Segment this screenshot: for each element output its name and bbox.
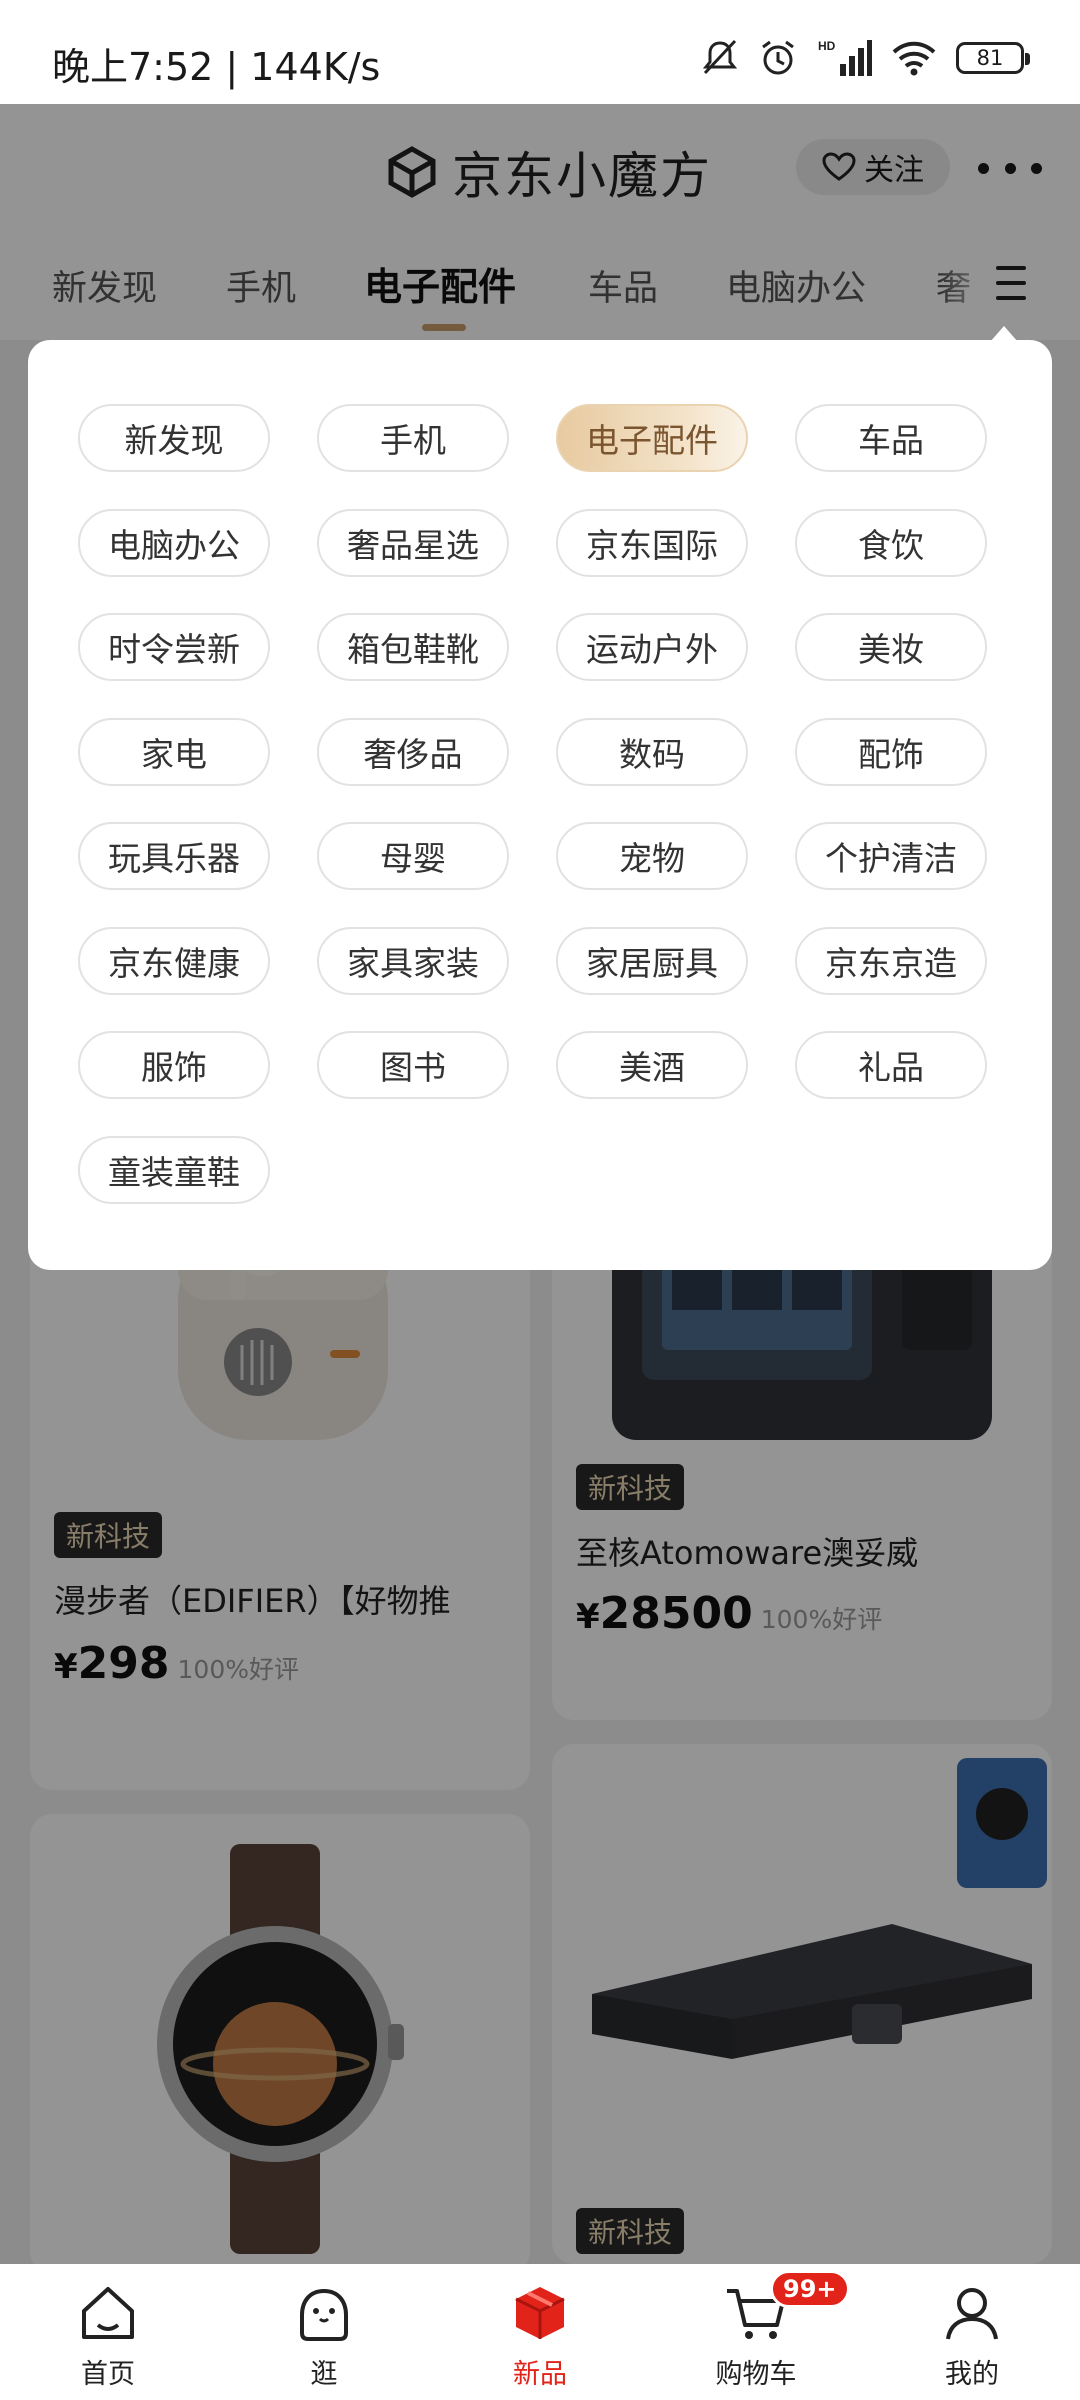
- category-chip[interactable]: 家具家装: [317, 927, 509, 995]
- category-dropdown-panel: 新发现 手机 电子配件 车品电脑办公 奢品星选 京东国际 食饮时令尝新 箱包鞋靴 运动户外 美妆家…: [28, 340, 1052, 1270]
- category-chip[interactable]: 美酒: [556, 1031, 748, 1099]
- nav-label: 新品: [513, 2359, 567, 2390]
- category-chip[interactable]: 奢侈品: [317, 718, 509, 786]
- signal-icon: HD: [818, 39, 872, 76]
- home-icon: [75, 2280, 141, 2346]
- nav-item-browse[interactable]: 逛: [216, 2264, 432, 2400]
- nav-item-cart[interactable]: 99+ 购物车: [648, 2264, 864, 2400]
- wifi-icon: [892, 41, 936, 76]
- status-time: 晚上7:52 | 144K/s: [52, 45, 381, 89]
- nav-label: 购物车: [715, 2359, 797, 2390]
- category-chip[interactable]: 家电: [78, 718, 270, 786]
- category-chip[interactable]: 奢品星选: [317, 509, 509, 577]
- category-chip[interactable]: 京东京造: [795, 927, 987, 995]
- status-bar: 晚上7:52 | 144K/s HD 81: [0, 0, 1080, 104]
- category-chip[interactable]: 服饰: [78, 1031, 270, 1099]
- category-chip[interactable]: 电子配件: [556, 404, 748, 472]
- category-chip[interactable]: 京东健康: [78, 927, 270, 995]
- category-chip[interactable]: 箱包鞋靴: [317, 613, 509, 681]
- cart-badge: 99+: [770, 2270, 850, 2308]
- battery-level: 81: [976, 46, 1004, 70]
- category-chip[interactable]: 配饰: [795, 718, 987, 786]
- category-chip[interactable]: 图书: [317, 1031, 509, 1099]
- category-chip[interactable]: 美妆: [795, 613, 987, 681]
- nav-label: 逛: [310, 2359, 338, 2390]
- category-chip[interactable]: 食饮: [795, 509, 987, 577]
- category-chip[interactable]: 时令尝新: [78, 613, 270, 681]
- category-chip[interactable]: 宠物: [556, 822, 748, 890]
- category-chip[interactable]: 新发现: [78, 404, 270, 472]
- battery-icon: 81: [956, 42, 1030, 74]
- nav-item-home[interactable]: 首页: [0, 2264, 216, 2400]
- nav-item-new-products[interactable]: 新品: [432, 2264, 648, 2400]
- mute-icon: [702, 39, 738, 75]
- category-chip[interactable]: 电脑办公: [78, 509, 270, 577]
- bottom-navigation: 首页 逛 新品 99+ 购物车 我的: [0, 2264, 1080, 2400]
- signal-hd-label: HD: [818, 39, 836, 53]
- category-chip[interactable]: 车品: [795, 404, 987, 472]
- status-icons: HD 81: [702, 36, 1030, 80]
- profile-icon: [939, 2280, 1005, 2346]
- category-chip[interactable]: 礼品: [795, 1031, 987, 1099]
- category-chip[interactable]: 母婴: [317, 822, 509, 890]
- nav-item-profile[interactable]: 我的: [864, 2264, 1080, 2400]
- nav-label: 首页: [81, 2359, 135, 2390]
- category-chip[interactable]: 数码: [556, 718, 748, 786]
- new-product-icon: [507, 2280, 573, 2346]
- category-chip[interactable]: 玩具乐器: [78, 822, 270, 890]
- category-chip[interactable]: 个护清洁: [795, 822, 987, 890]
- category-chip[interactable]: 京东国际: [556, 509, 748, 577]
- category-chip[interactable]: 童装童鞋: [78, 1136, 270, 1204]
- category-chip[interactable]: 手机: [317, 404, 509, 472]
- category-chip[interactable]: 运动户外: [556, 613, 748, 681]
- nav-label: 我的: [945, 2359, 999, 2390]
- browse-icon: [291, 2280, 357, 2346]
- category-chip[interactable]: 家居厨具: [556, 927, 748, 995]
- alarm-icon: [762, 40, 794, 75]
